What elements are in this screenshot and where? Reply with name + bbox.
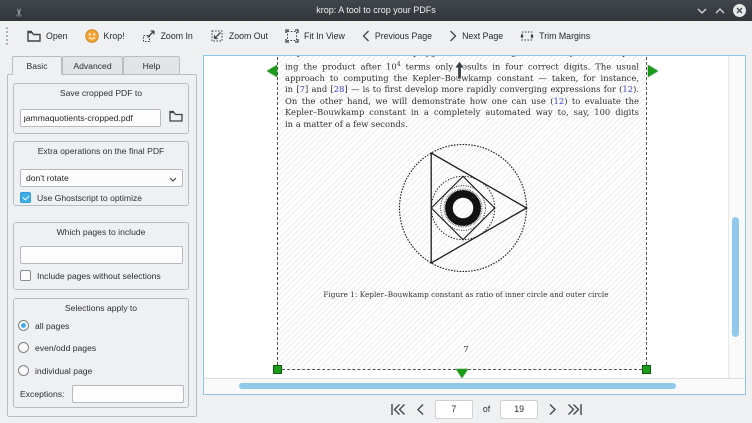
tab-advanced[interactable]: Advanced bbox=[62, 56, 123, 75]
include-checkbox[interactable] bbox=[20, 270, 31, 281]
selection-handle-bottom-right[interactable] bbox=[642, 365, 651, 374]
main-toolbar: Open Krop! Zoom In Zoom Out bbox=[0, 21, 752, 50]
chevron-left-icon bbox=[416, 403, 425, 416]
pages-group-title: Which pages to include bbox=[14, 227, 188, 237]
titlebar: ✂ krop: A tool to crop your PDFs bbox=[0, 0, 752, 21]
krop-button[interactable]: Krop! bbox=[84, 27, 126, 45]
first-page-icon bbox=[390, 403, 406, 416]
chevron-right-icon bbox=[449, 30, 457, 42]
fit-in-view-icon bbox=[285, 29, 299, 43]
save-group: Save cropped PDF to bbox=[13, 83, 189, 134]
radio-individual-page[interactable]: individual page bbox=[18, 365, 92, 376]
radio-button[interactable] bbox=[18, 320, 29, 331]
horizontal-scrollbar-handle[interactable] bbox=[239, 383, 676, 389]
fit-in-view-button[interactable]: Fit In View bbox=[284, 27, 346, 45]
trim-margins-icon bbox=[520, 29, 534, 43]
ghostscript-checkbox[interactable] bbox=[20, 192, 31, 203]
chevron-left-icon bbox=[362, 30, 370, 42]
extra-group: Extra operations on the final PDF don't … bbox=[13, 141, 189, 206]
pages-input[interactable] bbox=[20, 246, 183, 264]
previous-page-nav-button[interactable] bbox=[416, 403, 425, 416]
pdf-preview[interactable]: sequence of circumscribed polygons; this… bbox=[203, 55, 746, 395]
minimize-icon[interactable] bbox=[697, 8, 707, 14]
tab-basic[interactable]: Basic bbox=[12, 56, 62, 75]
ghostscript-checkbox-row[interactable]: Use Ghostscript to optimize bbox=[20, 192, 142, 203]
selections-group: Selections apply to all pages even/odd p… bbox=[13, 298, 189, 408]
folder-icon bbox=[169, 110, 183, 122]
zoom-out-icon bbox=[210, 29, 224, 43]
browse-button[interactable] bbox=[169, 110, 183, 125]
chevron-right-icon bbox=[548, 403, 557, 416]
selection-handle-bottom[interactable] bbox=[456, 369, 468, 378]
zoom-out-button[interactable]: Zoom Out bbox=[209, 27, 269, 45]
radio-even-odd-pages[interactable]: even/odd pages bbox=[18, 342, 96, 353]
close-icon[interactable] bbox=[733, 4, 746, 17]
smiley-icon bbox=[85, 29, 99, 43]
extra-group-title: Extra operations on the final PDF bbox=[14, 146, 188, 156]
window-title: krop: A tool to crop your PDFs bbox=[0, 0, 752, 21]
exceptions-label: Exceptions: bbox=[20, 389, 64, 399]
radio-button[interactable] bbox=[18, 342, 29, 353]
save-group-title: Save cropped PDF to bbox=[14, 88, 188, 98]
zoom-in-button[interactable]: Zoom In bbox=[141, 27, 194, 45]
total-pages-field[interactable]: 19 bbox=[500, 400, 538, 419]
trim-margins-button[interactable]: Trim Margins bbox=[519, 27, 591, 45]
selection-handle-left[interactable] bbox=[267, 65, 277, 77]
exceptions-input[interactable] bbox=[72, 385, 184, 403]
basic-panel: Save cropped PDF to Extra operations on … bbox=[7, 74, 197, 417]
mouse-cursor bbox=[454, 61, 465, 80]
pages-group: Which pages to include Include pages wit… bbox=[13, 222, 189, 290]
sidebar: Basic Advanced Help Save cropped PDF to … bbox=[0, 50, 202, 423]
app-window: ✂ krop: A tool to crop your PDFs Open Kr… bbox=[0, 0, 752, 423]
tab-help[interactable]: Help bbox=[123, 56, 180, 75]
chevron-down-icon bbox=[169, 177, 177, 182]
selection-handle-bottom-left[interactable] bbox=[273, 365, 282, 374]
last-page-button[interactable] bbox=[567, 403, 583, 416]
radio-all-pages[interactable]: all pages bbox=[18, 320, 69, 331]
maximize-icon[interactable] bbox=[715, 8, 725, 14]
current-page-field[interactable]: 7 bbox=[435, 400, 473, 419]
vertical-scrollbar-handle[interactable] bbox=[732, 217, 739, 337]
next-page-nav-button[interactable] bbox=[548, 403, 557, 416]
rotate-combobox[interactable]: don't rotate bbox=[20, 169, 183, 187]
page-navigation: 7 of 19 bbox=[203, 395, 752, 423]
filename-input[interactable] bbox=[20, 109, 161, 127]
open-button[interactable]: Open bbox=[26, 28, 69, 44]
zoom-in-icon bbox=[142, 29, 156, 43]
of-label: of bbox=[483, 404, 490, 414]
folder-icon bbox=[27, 30, 41, 42]
radio-button[interactable] bbox=[18, 365, 29, 376]
include-checkbox-row[interactable]: Include pages without selections bbox=[20, 270, 161, 281]
first-page-button[interactable] bbox=[390, 403, 406, 416]
previous-page-button[interactable]: Previous Page bbox=[361, 28, 433, 44]
crop-selection[interactable] bbox=[277, 55, 647, 370]
selections-group-title: Selections apply to bbox=[14, 303, 188, 313]
toolbar-handle[interactable] bbox=[6, 27, 11, 45]
next-page-button[interactable]: Next Page bbox=[448, 28, 504, 44]
last-page-icon bbox=[567, 403, 583, 416]
selection-handle-right[interactable] bbox=[648, 65, 658, 77]
